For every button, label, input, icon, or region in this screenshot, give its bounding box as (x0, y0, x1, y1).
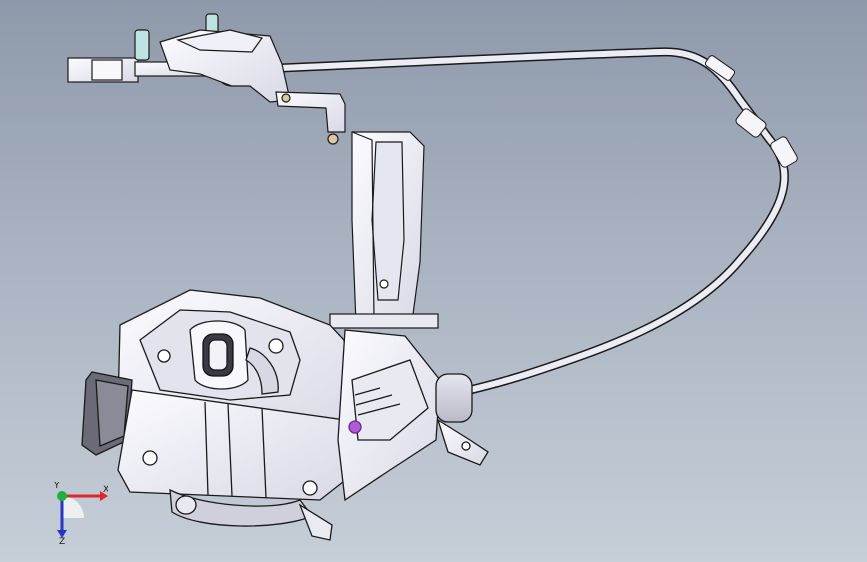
y-axis-label: Y (53, 482, 60, 491)
z-axis-label: Z (59, 537, 65, 544)
top-actuator (67, 13, 346, 145)
y-axis-dot (57, 491, 67, 501)
support-bracket (329, 131, 439, 329)
x-axis-label: X (103, 485, 108, 495)
coordinate-triad: X Y Z (53, 482, 108, 544)
cad-graphics-viewport[interactable]: X Y Z (0, 0, 867, 562)
3d-model-view[interactable] (0, 0, 867, 562)
